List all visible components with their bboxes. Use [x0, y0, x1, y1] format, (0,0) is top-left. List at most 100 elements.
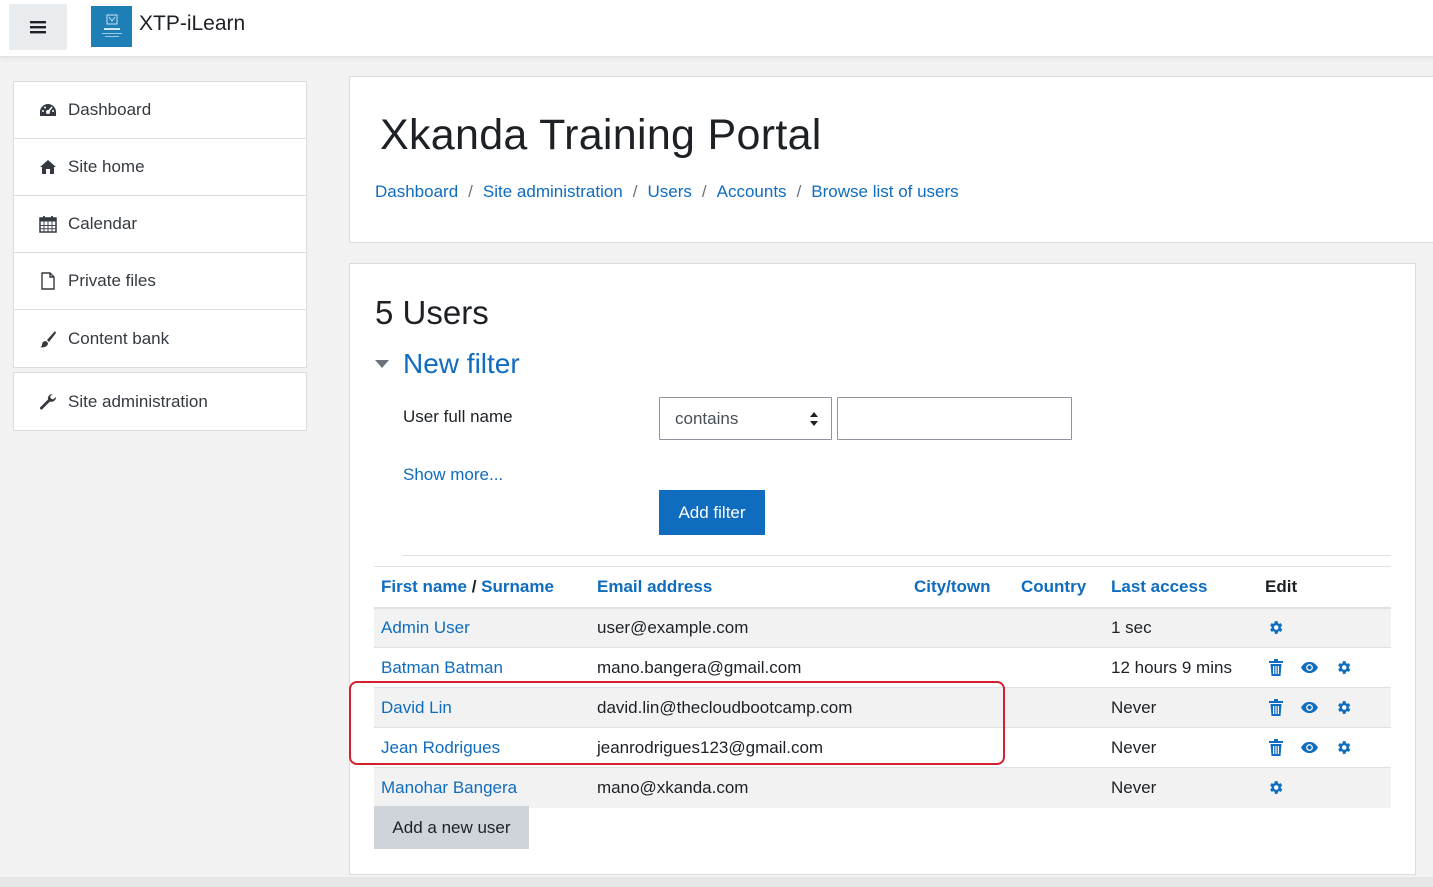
filter-operator-select[interactable]: contains: [659, 397, 832, 440]
sidebar-item-label: Calendar: [68, 214, 137, 233]
new-filter-toggle[interactable]: New filter: [375, 348, 520, 380]
table-row: Jean Rodrigues jeanrodrigues123@gmail.co…: [374, 727, 1391, 768]
edit-actions: [1265, 619, 1391, 636]
user-city: [907, 727, 1014, 768]
eye-icon[interactable]: [1301, 659, 1318, 676]
hamburger-icon: [30, 20, 46, 34]
breadcrumb-separator: /: [796, 182, 802, 201]
sidebar-item-dashboard[interactable]: Dashboard: [14, 82, 306, 139]
header-city: City/town: [907, 566, 1014, 609]
sort-last-access-link[interactable]: Last access: [1111, 577, 1207, 596]
tachometer-icon: [38, 100, 58, 120]
sidebar-item-site-administration[interactable]: Site administration: [14, 373, 306, 430]
breadcrumb-browse-list-of-users[interactable]: Browse list of users: [811, 182, 958, 202]
user-name-link[interactable]: Admin User: [381, 618, 470, 637]
breadcrumb-site-administration[interactable]: Site administration: [483, 182, 623, 202]
site-name[interactable]: XTP-iLearn: [139, 12, 245, 36]
user-last-access: Never: [1104, 727, 1258, 768]
sidebar-nav: Dashboard Site home Calendar Private fil…: [13, 81, 307, 368]
user-name-link[interactable]: David Lin: [381, 698, 452, 717]
header-last-access: Last access: [1104, 566, 1258, 609]
sort-surname-link[interactable]: Surname: [481, 577, 554, 596]
cog-icon[interactable]: [1335, 659, 1352, 676]
user-email: david.lin@thecloudbootcamp.com: [590, 687, 907, 728]
sidebar-item-content-bank[interactable]: Content bank: [14, 310, 306, 367]
select-arrows-icon: [809, 411, 819, 432]
user-last-access: 1 sec: [1104, 607, 1258, 648]
sidebar-item-label: Content bank: [68, 328, 170, 348]
sidebar-item-private-files[interactable]: Private files: [14, 253, 306, 310]
add-filter-button[interactable]: Add filter: [659, 490, 765, 535]
user-country: [1014, 607, 1104, 648]
sidebar-item-label: Site home: [68, 157, 145, 176]
header-email: Email address: [590, 566, 907, 609]
table-row: Manohar Bangera mano@xkanda.com Never: [374, 767, 1391, 808]
sidebar-item-label: Dashboard: [68, 100, 152, 119]
user-email: jeanrodrigues123@gmail.com: [590, 727, 907, 768]
caret-down-icon: [375, 356, 391, 372]
calendar-icon: [38, 214, 58, 234]
filter-value-input[interactable]: [837, 397, 1072, 440]
user-name-link[interactable]: Batman Batman: [381, 658, 503, 677]
edit-actions: [1265, 659, 1391, 676]
user-country: [1014, 727, 1104, 768]
users-count-heading: 5 Users: [375, 294, 489, 331]
user-full-name-label: User full name: [403, 407, 513, 426]
eye-icon[interactable]: [1301, 739, 1318, 756]
user-country: [1014, 647, 1104, 688]
file-icon: [38, 271, 58, 291]
user-city: [907, 607, 1014, 648]
sort-country-link[interactable]: Country: [1021, 577, 1086, 596]
sort-city-link[interactable]: City/town: [914, 577, 991, 596]
trash-icon[interactable]: [1267, 699, 1284, 716]
user-last-access: Never: [1104, 687, 1258, 728]
edit-actions: [1265, 739, 1391, 756]
cog-icon[interactable]: [1335, 699, 1352, 716]
trash-icon[interactable]: [1267, 659, 1284, 676]
header-name: First name / Surname: [374, 566, 590, 609]
trash-icon[interactable]: [1267, 739, 1284, 756]
sidebar-item-site-home[interactable]: Site home: [14, 139, 306, 196]
user-country: [1014, 767, 1104, 808]
new-filter-legend: New filter: [403, 348, 520, 379]
cog-icon[interactable]: [1335, 739, 1352, 756]
user-email: mano@xkanda.com: [590, 767, 907, 808]
sort-first-name-link[interactable]: First name: [381, 577, 467, 596]
breadcrumb: Dashboard / Site administration / Users …: [375, 182, 959, 202]
menu-toggle-button[interactable]: [9, 4, 67, 50]
table-header-row: First name / Surname Email address City/…: [374, 566, 1391, 609]
page-header: Xkanda Training Portal Dashboard / Site …: [349, 76, 1433, 243]
user-name-link[interactable]: Manohar Bangera: [381, 778, 517, 797]
divider: [402, 555, 1391, 556]
header-country: Country: [1014, 566, 1104, 609]
home-icon: [38, 157, 58, 177]
add-new-user-button[interactable]: Add a new user: [374, 806, 529, 849]
table-row: David Lin david.lin@thecloudbootcamp.com…: [374, 687, 1391, 728]
user-city: [907, 687, 1014, 728]
breadcrumb-dashboard[interactable]: Dashboard: [375, 182, 458, 202]
user-city: [907, 767, 1014, 808]
breadcrumb-separator: /: [468, 182, 473, 201]
table-row: Admin User user@example.com 1 sec: [374, 607, 1391, 648]
sort-email-link[interactable]: Email address: [597, 577, 712, 596]
edit-actions: [1265, 699, 1391, 716]
cog-icon[interactable]: [1267, 619, 1284, 636]
main-content: 5 Users New filter User full name contai…: [349, 263, 1416, 875]
user-city: [907, 647, 1014, 688]
site-logo[interactable]: [91, 6, 132, 47]
user-country: [1014, 687, 1104, 728]
breadcrumb-accounts[interactable]: Accounts: [717, 182, 787, 202]
user-email: mano.bangera@gmail.com: [590, 647, 907, 688]
cog-icon[interactable]: [1267, 779, 1284, 796]
horizontal-scrollbar[interactable]: [0, 877, 1433, 887]
paintbrush-icon: [38, 329, 58, 349]
eye-icon[interactable]: [1301, 699, 1318, 716]
navbar: XTP-iLearn: [0, 0, 1433, 57]
breadcrumb-separator: /: [632, 182, 638, 201]
show-more-link[interactable]: Show more...: [403, 465, 503, 485]
sidebar-item-calendar[interactable]: Calendar: [14, 196, 306, 253]
breadcrumb-users[interactable]: Users: [647, 182, 691, 202]
user-name-link[interactable]: Jean Rodrigues: [381, 738, 500, 757]
wrench-icon: [38, 392, 58, 412]
sidebar-item-label: Site administration: [68, 391, 208, 411]
